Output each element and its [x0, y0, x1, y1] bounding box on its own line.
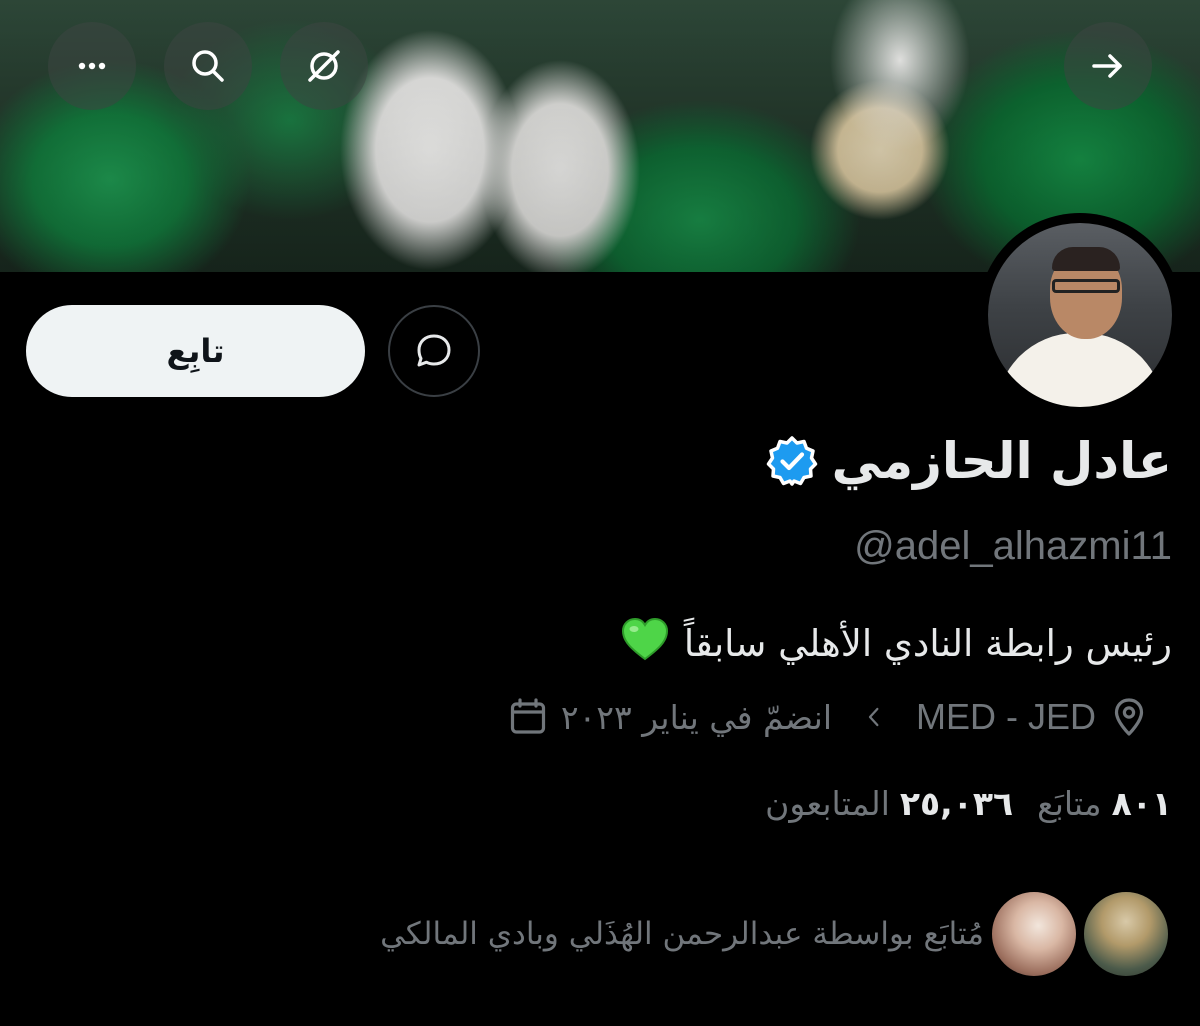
green-heart-icon	[620, 616, 670, 671]
more-icon	[78, 62, 106, 70]
more-button[interactable]	[48, 22, 136, 110]
profile-meta-row: MED - JED انضمّ في يناير ٢٠٢٣	[507, 696, 1150, 738]
followers-label: المتابعون	[765, 784, 890, 823]
following-link[interactable]: ٨٠١ متابَع	[1037, 784, 1172, 823]
followers-link[interactable]: ٢٥,٠٣٦ المتابعون	[765, 784, 1013, 823]
follow-button[interactable]: تابِع	[26, 305, 365, 397]
following-label: متابَع	[1037, 784, 1102, 823]
profile-avatar[interactable]	[978, 213, 1182, 417]
chevron-left-icon	[860, 703, 888, 731]
search-icon	[192, 50, 224, 82]
message-icon	[417, 334, 451, 367]
followed-by-avatars	[988, 888, 1172, 980]
message-button[interactable]	[388, 305, 480, 397]
bio-text: رئيس رابطة النادي الأهلي سابقاً	[683, 622, 1172, 665]
profile-name: عادل الحازمي	[831, 432, 1172, 490]
avatar-photo	[988, 223, 1172, 407]
location-pin-icon	[1108, 696, 1150, 738]
grok-icon	[308, 50, 340, 82]
profile-joined-date: انضمّ في يناير ٢٠٢٣	[560, 697, 832, 737]
profile-bio: رئيس رابطة النادي الأهلي سابقاً	[620, 616, 1172, 671]
profile-stats: ٨٠١ متابَع ٢٥,٠٣٦ المتابعون	[765, 784, 1172, 823]
profile-name-row: عادل الحازمي	[766, 432, 1172, 490]
profile-handle: @adel_alhazmi11	[854, 524, 1172, 568]
verified-badge-icon[interactable]	[766, 435, 818, 487]
followers-count: ٢٥,٠٣٦	[899, 784, 1014, 823]
follower-avatar	[988, 888, 1080, 980]
follower-avatar	[1080, 888, 1172, 980]
search-button[interactable]	[164, 22, 252, 110]
bio-emoji	[621, 617, 668, 661]
forward-button[interactable]	[1064, 22, 1152, 110]
followed-by-row[interactable]: مُتابَع بواسطة عبدالرحمن الهُذَلي وبادي …	[380, 888, 1172, 980]
following-count: ٨٠١	[1111, 784, 1172, 823]
profile-location: MED - JED	[916, 696, 1096, 737]
followed-by-text: مُتابَع بواسطة عبدالرحمن الهُذَلي وبادي …	[380, 916, 984, 952]
grok-button[interactable]	[280, 22, 368, 110]
arrow-right-icon	[1092, 54, 1122, 78]
calendar-icon	[507, 696, 549, 738]
